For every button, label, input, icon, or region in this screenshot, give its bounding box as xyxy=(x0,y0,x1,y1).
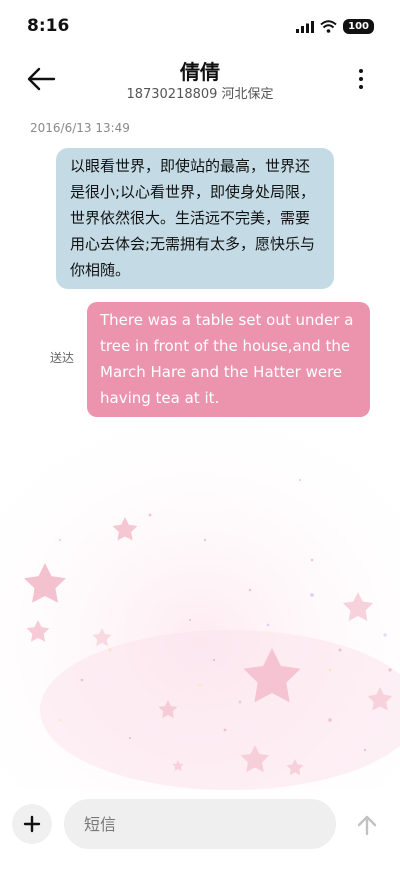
contact-name: 倩倩 xyxy=(180,60,220,84)
status-time: 8:16 xyxy=(27,16,70,36)
message-timestamp: 2016/6/13 13:49 xyxy=(30,121,130,135)
sms-input[interactable] xyxy=(64,799,336,849)
conversation-header: 倩倩 18730218809 河北保定 xyxy=(0,56,400,106)
wifi-icon xyxy=(320,20,337,33)
delivery-status: 送达 xyxy=(50,351,75,365)
more-vertical-icon[interactable] xyxy=(356,66,366,92)
star-wallpaper xyxy=(0,420,400,790)
plus-icon xyxy=(23,815,41,833)
attach-button[interactable] xyxy=(12,804,52,844)
outgoing-message-bubble[interactable]: There was a table set out under a tree i… xyxy=(87,302,370,417)
send-arrow-icon[interactable] xyxy=(356,814,378,836)
signal-icon xyxy=(296,20,315,33)
message-composer xyxy=(0,790,400,889)
incoming-message-bubble[interactable]: 以眼看世界，即使站的最高，世界还是很小;以心看世界，即使身处局限，世界依然很大。… xyxy=(56,148,334,289)
status-icons: 100 xyxy=(296,19,374,34)
status-bar: 8:16 100 xyxy=(0,0,400,56)
contact-detail: 18730218809 河北保定 xyxy=(126,87,274,102)
battery-icon: 100 xyxy=(343,19,374,34)
